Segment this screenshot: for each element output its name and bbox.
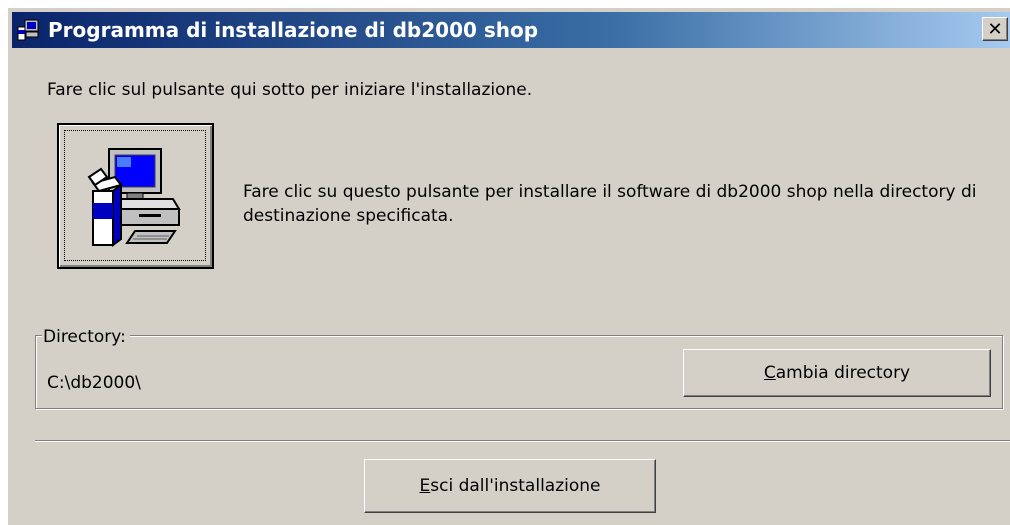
directory-path: C:\db2000\ [47,373,141,393]
separator-line [35,440,1010,442]
change-directory-label: ambia directory [775,363,911,383]
change-directory-button[interactable]: Cambia directory [683,349,991,397]
window-title: Programma di installazione di db2000 sho… [48,18,539,42]
exit-setup-button[interactable]: Esci dall'installazione [364,459,656,513]
install-description: Fare clic su questo pulsante per install… [243,182,977,226]
instruction-text: Fare clic sul pulsante qui sotto per ini… [47,80,533,100]
change-directory-mnemonic: C [763,363,776,383]
exit-setup-mnemonic: E [419,476,431,496]
exit-setup-label: sci dall'installazione [430,476,601,496]
install-button[interactable] [57,123,214,269]
setup-app-icon [17,19,39,41]
computer-setup-icon [87,148,181,247]
close-button[interactable]: ✕ [982,17,1008,41]
title-bar[interactable]: Programma di installazione di db2000 sho… [12,12,1010,48]
close-icon: ✕ [987,19,1003,39]
setup-dialog: Programma di installazione di db2000 sho… [8,8,1010,525]
directory-label: Directory: [42,327,130,347]
